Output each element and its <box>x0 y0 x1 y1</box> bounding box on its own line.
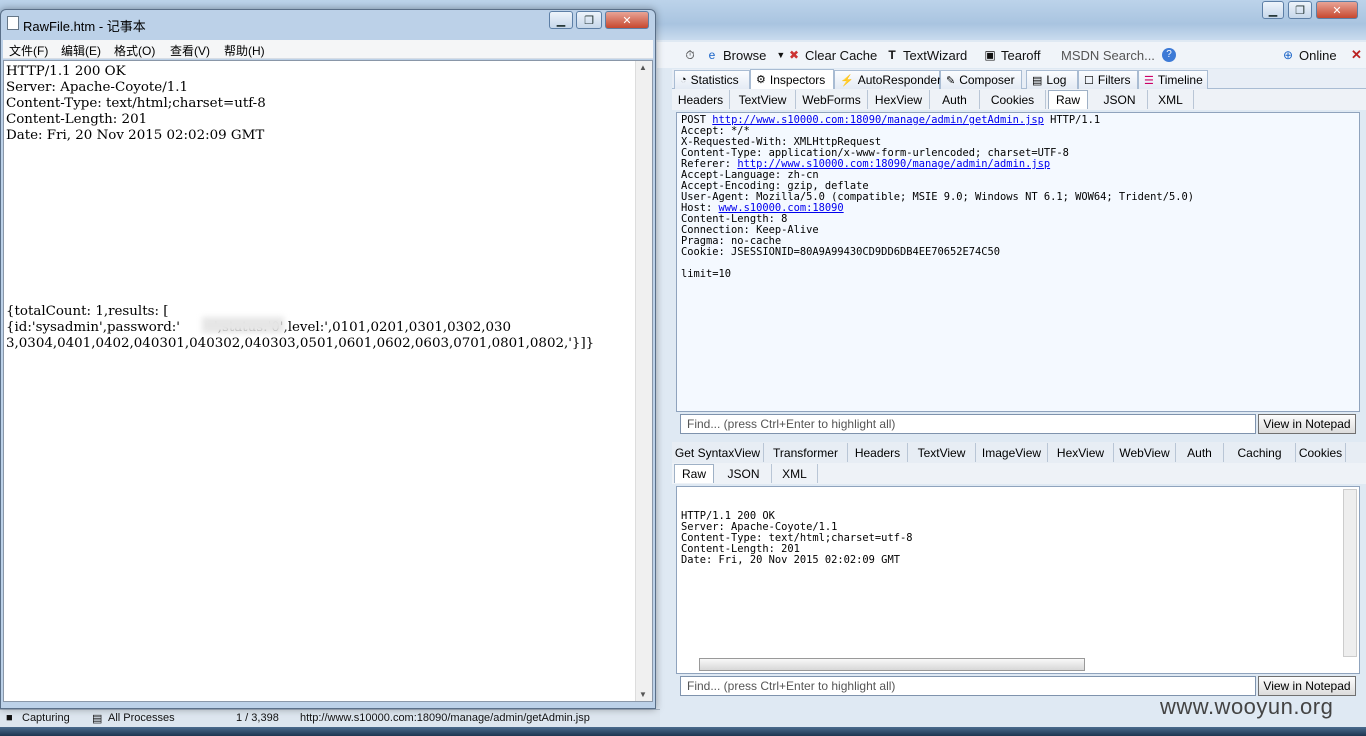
browser-icon: e <box>708 48 716 62</box>
inspectors-icon: ⚙ <box>756 74 766 86</box>
clear-cache-button[interactable]: ✖ Clear Cache <box>787 46 877 64</box>
capturing-icon[interactable]: ■ <box>6 712 13 724</box>
watermark: www.wooyun.org <box>1160 694 1334 719</box>
menu-file[interactable]: 文件(F) <box>9 42 48 59</box>
redaction-blur <box>202 317 284 333</box>
notepad-editor[interactable]: HTTP/1.1 200 OK Server: Apache-Coyote/1.… <box>3 60 653 702</box>
status-url: http://www.s10000.com:18090/manage/admin… <box>300 712 590 724</box>
response-tab-auth[interactable]: Auth <box>1176 443 1224 462</box>
capturing-status[interactable]: Capturing <box>22 712 70 724</box>
process-filter-icon: ▤ <box>92 713 103 725</box>
notepad-maximize-button[interactable]: ❐ <box>576 11 602 29</box>
response-tab-raw[interactable]: Raw <box>674 464 714 483</box>
fiddler-maximize-button[interactable]: ❐ <box>1288 1 1312 19</box>
composer-icon: ✎ <box>946 74 956 87</box>
notepad-minimize-button[interactable]: ▁ <box>549 11 573 29</box>
request-tab-json[interactable]: JSON <box>1092 90 1148 109</box>
timeline-icon: ☰ <box>1144 74 1154 87</box>
notepad-close-button[interactable]: ✕ <box>605 11 649 29</box>
request-tab-webforms[interactable]: WebForms <box>796 90 868 109</box>
notepad-menubar: 文件(F) 编辑(E) 格式(O) 查看(V) 帮助(H) <box>3 40 653 59</box>
request-find-input[interactable]: Find... (press Ctrl+Enter to highlight a… <box>680 414 1256 434</box>
session-count: 1 / 3,398 <box>236 712 279 724</box>
response-tab-webview[interactable]: WebView <box>1114 443 1176 462</box>
response-tab-textview[interactable]: TextView <box>908 443 976 462</box>
response-find-input[interactable]: Find... (press Ctrl+Enter to highlight a… <box>680 676 1256 696</box>
tab-timeline[interactable]: ☰ Timeline <box>1138 70 1208 89</box>
clear-cache-icon: ✖ <box>788 48 800 62</box>
close-toolbar-icon[interactable]: ✕ <box>1351 46 1362 64</box>
lightning-icon: ⚡ <box>840 74 854 87</box>
request-tab-auth[interactable]: Auth <box>930 90 980 109</box>
request-tab-xml[interactable]: XML <box>1148 90 1194 109</box>
request-headers-block-1: Accept: */* X-Requested-With: XMLHttpReq… <box>681 125 1069 159</box>
response-raw-text: HTTP/1.1 200 OK Server: Apache-Coyote/1.… <box>681 510 913 566</box>
request-tab-strip: Headers TextView WebForms HexView Auth C… <box>672 89 1366 110</box>
fiddler-close-button[interactable]: ✕ <box>1316 1 1358 19</box>
request-tab-textview[interactable]: TextView <box>730 90 796 109</box>
browse-button[interactable]: e Browse ▼ <box>705 46 786 64</box>
msdn-search-input[interactable]: MSDN Search... <box>1061 46 1155 64</box>
request-tab-cookies[interactable]: Cookies <box>980 90 1046 109</box>
process-filter[interactable]: All Processes <box>108 712 175 724</box>
response-tab-xml[interactable]: XML <box>772 464 818 483</box>
response-view-in-notepad-button[interactable]: View in Notepad <box>1258 676 1356 696</box>
request-tab-raw[interactable]: Raw <box>1048 90 1088 109</box>
response-tab-transformer[interactable]: Transformer <box>764 443 848 462</box>
menu-help[interactable]: 帮助(H) <box>224 42 265 59</box>
timer-icon[interactable]: ⏱ <box>683 46 701 64</box>
tearoff-icon: ▣ <box>984 48 996 62</box>
dropdown-arrow-icon: ▼ <box>776 50 786 60</box>
help-icon[interactable]: ? <box>1162 46 1180 64</box>
response-raw-view[interactable]: HTTP/1.1 200 OK Server: Apache-Coyote/1.… <box>676 486 1360 674</box>
tab-statistics[interactable]: ◔ Statistics <box>674 70 750 89</box>
menu-edit[interactable]: 编辑(E) <box>61 42 101 59</box>
response-tab-headers[interactable]: Headers <box>848 443 908 462</box>
menu-view[interactable]: 查看(V) <box>170 42 210 59</box>
request-headers-block-2: Accept-Language: zh-cn Accept-Encoding: … <box>681 169 1194 203</box>
fiddler-statusbar: ■ Capturing ▤ All Processes 1 / 3,398 ht… <box>0 709 660 727</box>
log-icon: ▤ <box>1032 74 1043 87</box>
notepad-vertical-scrollbar[interactable]: ▲ ▼ <box>635 61 652 701</box>
textwizard-icon: T <box>888 48 896 62</box>
notepad-title: RawFile.htm - 记事本 <box>23 19 146 34</box>
statistics-icon: ◔ <box>680 74 687 86</box>
main-tab-strip: ◔ Statistics ⚙ Inspectors ⚡ AutoResponder ✎… <box>672 69 1366 89</box>
fiddler-minimize-button[interactable]: ▁ <box>1262 1 1284 19</box>
request-tab-hexview[interactable]: HexView <box>868 90 930 109</box>
tab-filters[interactable]: ☐ Filters <box>1078 70 1138 89</box>
request-headers-block-3: Content-Length: 8 Connection: Keep-Alive… <box>681 213 1001 280</box>
response-vertical-scrollbar[interactable] <box>1343 489 1357 657</box>
response-tab-json[interactable]: JSON <box>716 464 772 483</box>
checkbox-icon: ☐ <box>1084 74 1094 87</box>
online-indicator[interactable]: ⊕ Online <box>1281 46 1337 64</box>
textwizard-button[interactable]: T TextWizard <box>885 46 967 64</box>
request-url-link[interactable]: http://www.s10000.com:18090/manage/admin… <box>712 114 1044 126</box>
tab-inspectors[interactable]: ⚙ Inspectors <box>750 69 834 89</box>
tab-composer[interactable]: ✎ Composer <box>940 70 1022 89</box>
response-tab-syntaxview[interactable]: Get SyntaxView <box>672 443 764 462</box>
request-raw-view[interactable]: POST http://www.s10000.com:18090/manage/… <box>676 112 1360 412</box>
request-tab-headers[interactable]: Headers <box>672 90 730 109</box>
windows-taskbar <box>0 727 1366 736</box>
response-horizontal-scrollbar[interactable] <box>699 658 1085 671</box>
tab-autoresponder[interactable]: ⚡ AutoResponder <box>834 70 941 89</box>
tab-log[interactable]: ▤ Log <box>1026 70 1078 89</box>
menu-format[interactable]: 格式(O) <box>114 42 155 59</box>
response-tab-strip-2: Raw JSON XML <box>672 463 1366 484</box>
request-protocol: HTTP/1.1 <box>1050 114 1101 126</box>
notepad-icon <box>7 16 19 30</box>
notepad-window: RawFile.htm - 记事本 ▁ ❐ ✕ 文件(F) 编辑(E) 格式(O… <box>0 9 656 709</box>
response-tab-caching[interactable]: Caching <box>1224 443 1296 462</box>
response-tab-hexview[interactable]: HexView <box>1048 443 1114 462</box>
request-view-in-notepad-button[interactable]: View in Notepad <box>1258 414 1356 434</box>
network-icon: ⊕ <box>1282 48 1294 62</box>
response-tab-strip: Get SyntaxView Transformer Headers TextV… <box>672 442 1366 463</box>
tearoff-button[interactable]: ▣ Tearoff <box>983 46 1040 64</box>
notepad-text: HTTP/1.1 200 OK Server: Apache-Coyote/1.… <box>6 64 595 351</box>
response-tab-cookies[interactable]: Cookies <box>1296 443 1346 462</box>
response-tab-imageview[interactable]: ImageView <box>976 443 1048 462</box>
fiddler-toolbar: ⏱ e Browse ▼ ✖ Clear Cache T TextWizard ▣ Tea… <box>657 42 1366 68</box>
